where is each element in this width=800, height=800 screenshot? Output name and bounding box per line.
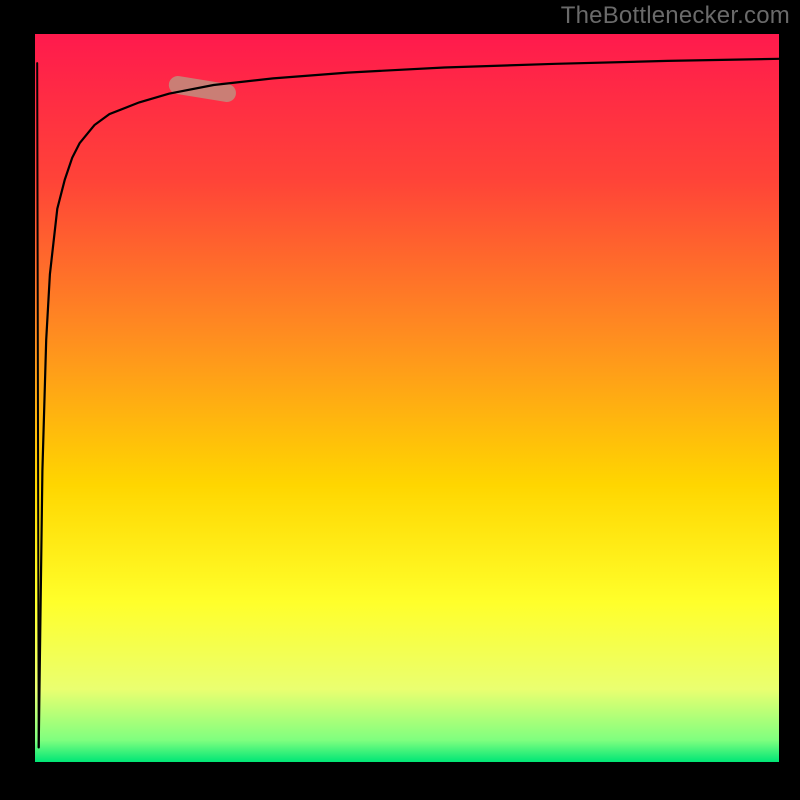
watermark-text: TheBottlenecker.com (561, 2, 790, 30)
gradient-svg (35, 34, 779, 762)
axis-border-bottom (0, 762, 800, 800)
chart-stage: TheBottlenecker.com (0, 0, 800, 800)
gradient-heatmap (35, 34, 779, 762)
axis-border-right (779, 0, 800, 800)
axis-border-left (0, 0, 35, 800)
